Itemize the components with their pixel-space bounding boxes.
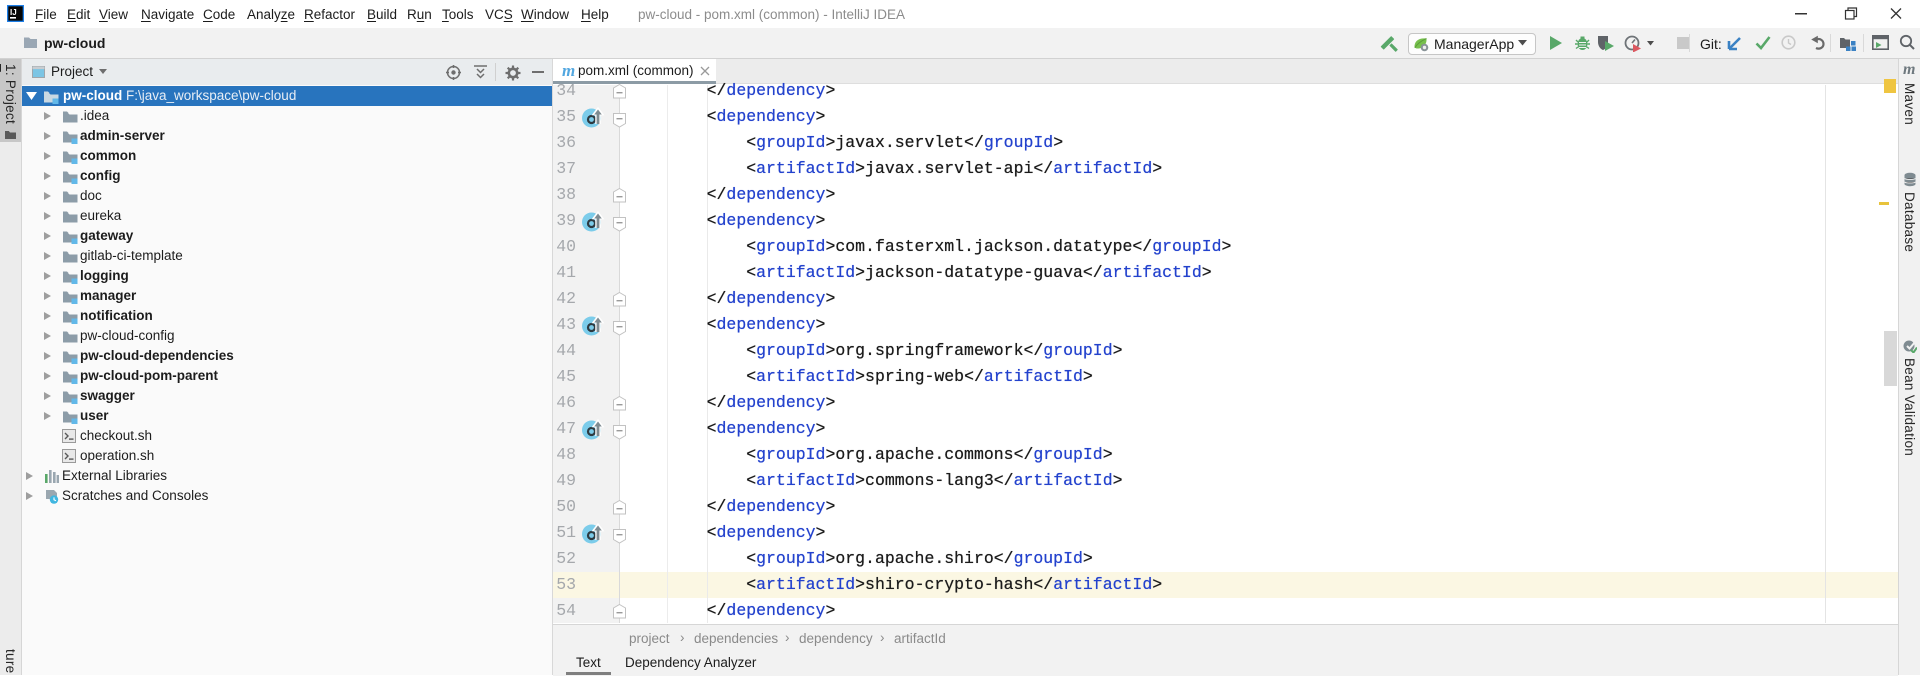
svg-text:IJ: IJ bbox=[10, 8, 17, 17]
